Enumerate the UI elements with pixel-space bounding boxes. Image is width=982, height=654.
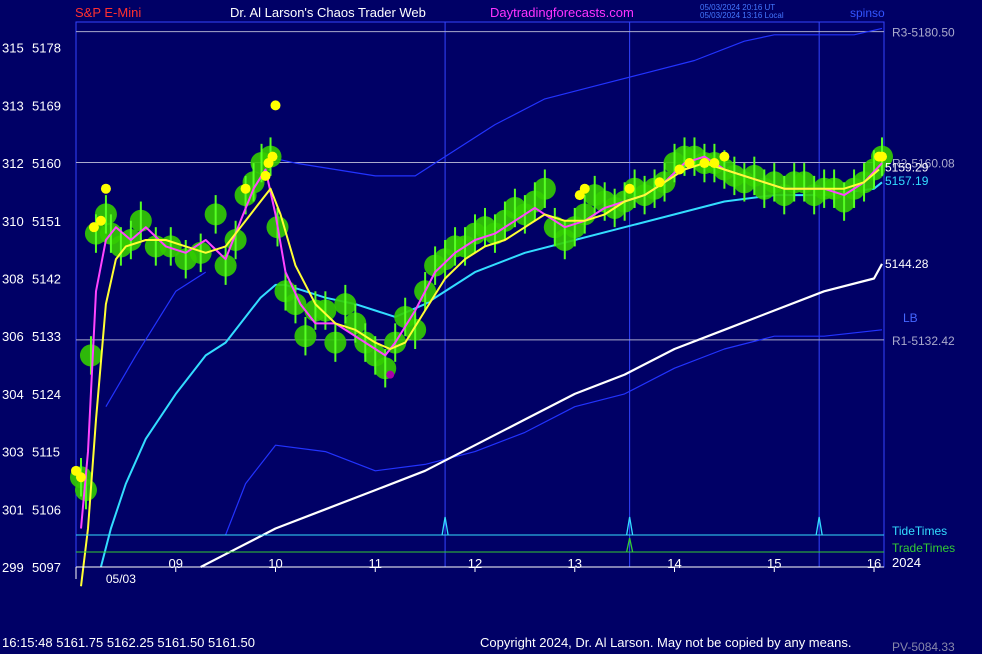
plot-frame [75,21,885,568]
value-label-1: 5157.19 [885,174,929,188]
y-tick-price-8: 5106 [32,502,61,517]
y-tick-degree-2: 312 [2,156,24,171]
y-tick-price-3: 5151 [32,214,61,229]
signal-dot-8 [267,151,278,162]
y-tick-price-7: 5115 [32,445,60,460]
signal-dot-16 [699,158,710,169]
signal-dot-3 [95,215,106,226]
y-tick-price-5: 5133 [32,329,61,344]
y-tick-price-0: 5178 [32,41,61,56]
value-label-2: 5144.28 [885,257,929,271]
signal-dot-12 [624,183,635,194]
y-tick-price-1: 5169 [32,98,61,113]
x-date-label: 05/03 [106,572,136,586]
trade-label: TradeTimes [892,541,955,555]
signal-dot-14 [674,164,685,175]
y-tick-price-9: 5097 [32,560,61,575]
signal-dot-17 [709,158,720,169]
x-year-label: 2024 [892,555,921,570]
y-tick-degree-5: 306 [2,329,24,344]
x-tick-label-5: 14 [667,556,681,571]
signal-dot-18 [719,151,730,162]
pv-label: PV-5084.33 [892,640,955,654]
signal-dot-5 [240,183,251,194]
magenta-average-line [80,155,883,529]
upper-band-line [265,27,883,177]
y-tick-degree-7: 303 [2,445,24,460]
tide-label: TideTimes [892,524,947,538]
side-label: LB [903,311,918,325]
y-tick-degree-8: 301 [2,502,24,517]
signal-dot-4 [100,183,111,194]
y-tick-price-4: 5142 [32,271,61,286]
signal-dot-11 [579,183,590,194]
signal-dot-13 [654,177,665,188]
quote-readout: 16:15:48 5161.75 5162.25 5161.50 5161.50 [2,635,256,650]
signal-dot-1 [75,472,86,483]
signal-dot-6 [260,170,271,181]
copyright-text: Copyright 2024, Dr. Al Larson. May not b… [480,635,852,650]
chart-stage: S&P E-Mini Dr. Al Larson's Chaos Trader … [0,0,982,654]
level-label-2: R1-5132.42 [892,334,955,348]
lower-band-line [225,329,883,536]
y-tick-degree-6: 304 [2,387,24,402]
level-label-0: R3-5180.50 [892,26,955,40]
signal-dot-9 [270,100,281,111]
y-tick-degree-9: 299 [2,560,24,575]
y-tick-price-6: 5124 [32,387,61,402]
x-tick-label-0: 09 [169,556,183,571]
x-tick-label-1: 10 [268,556,282,571]
low-dot [386,370,395,379]
signal-dot-15 [684,158,695,169]
x-tick-label-4: 13 [568,556,582,571]
y-tick-degree-3: 310 [2,214,24,229]
x-tick-label-7: 16 [867,556,881,571]
value-label-0: 5159.29 [885,161,929,175]
price-chart: R3-5180.50R2-5160.08R1-5132.42LB5159.295… [2,21,955,587]
y-tick-degree-4: 308 [2,271,24,286]
x-tick-label-2: 11 [369,556,383,571]
x-tick-label-3: 12 [468,556,482,571]
y-tick-degree-1: 313 [2,98,24,113]
x-tick-label-6: 15 [767,556,781,571]
y-tick-degree-0: 315 [2,41,24,56]
y-tick-price-2: 5160 [32,156,61,171]
